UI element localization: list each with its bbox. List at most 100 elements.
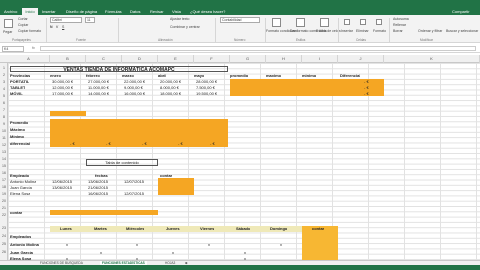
row-header[interactable]: 15 — [0, 164, 8, 169]
header-month[interactable]: mayo — [194, 73, 204, 78]
find-select-button[interactable]: Buscar y seleccionar — [446, 29, 478, 33]
row-header[interactable]: 25 — [0, 242, 8, 247]
week-header[interactable]: Sábado — [236, 226, 250, 231]
stat-label-promedio[interactable]: Promedio — [10, 120, 28, 125]
merge-center-button[interactable]: Combinar y centrar — [170, 25, 200, 29]
table2-cell[interactable]: 13/06/2015 — [88, 179, 108, 184]
name-box[interactable]: K4 — [2, 46, 24, 52]
row-header[interactable]: 1 — [0, 66, 8, 71]
stat-label-maximo[interactable]: Máximo — [10, 127, 25, 132]
share-button[interactable]: Compartir — [452, 8, 470, 15]
row-header[interactable]: 24 — [0, 234, 8, 239]
week-header[interactable]: Viernes — [200, 226, 214, 231]
tab-insertar[interactable]: Insertar — [42, 8, 56, 15]
delete-button[interactable]: Eliminar — [356, 29, 369, 33]
header-month[interactable]: abril — [158, 73, 166, 78]
column-header-b[interactable]: B — [50, 55, 86, 63]
format-painter-button[interactable]: Copiar formato — [18, 29, 41, 33]
table-cell[interactable]: 11.000,00 € — [88, 85, 109, 90]
table-cell[interactable]: 19.500,00 € — [196, 91, 217, 96]
copy-button[interactable]: Copiar — [18, 23, 28, 27]
column-header-i[interactable]: I — [302, 55, 338, 63]
tab-diseno[interactable]: Diseño de página — [66, 8, 97, 15]
table-cell[interactable]: - € — [364, 91, 369, 96]
header-promedio[interactable]: promedio — [230, 73, 248, 78]
font-size-select[interactable]: 11 — [85, 17, 95, 23]
tab-inicio[interactable]: Inicio — [22, 8, 38, 15]
table2-cell[interactable]: 16/06/2015 — [88, 191, 108, 196]
table2-cell[interactable]: 13/06/2015 — [52, 185, 72, 190]
row-header[interactable]: 2 — [0, 73, 8, 78]
row-header[interactable]: 22 — [0, 213, 8, 218]
week-header[interactable]: Jueves — [166, 226, 180, 231]
row-header[interactable]: 20 — [0, 199, 8, 204]
header-minimo[interactable]: minimo — [302, 73, 316, 78]
sheet-title[interactable]: VENTAS TIENDA DE INFORMÁTICA ACOMAPC — [10, 66, 228, 72]
paste-icon[interactable] — [4, 19, 13, 28]
column-header-j[interactable]: J — [338, 55, 384, 63]
table-cell[interactable]: 27.000,00 € — [88, 79, 109, 84]
table2-cell[interactable]: 12/06/2015 — [52, 179, 72, 184]
table2-header[interactable]: fechas — [95, 173, 108, 178]
header-month[interactable]: marzo — [122, 73, 134, 78]
header-maximo[interactable]: maximo — [266, 73, 281, 78]
row-header[interactable]: 17 — [0, 178, 8, 183]
row-header[interactable]: 6 — [0, 101, 8, 106]
week-header[interactable]: Lunes — [60, 226, 72, 231]
row-header[interactable]: 26 — [0, 250, 8, 255]
conditional-format-icon[interactable] — [272, 18, 281, 27]
stat-label-diferencial[interactable]: diferencial — [10, 141, 30, 146]
clear-button[interactable]: Borrar — [393, 29, 403, 33]
table-cell[interactable]: - € — [364, 79, 369, 84]
week-mark[interactable]: x — [280, 242, 282, 247]
row-header[interactable]: 12 — [0, 143, 8, 148]
week-mark[interactable]: x — [244, 250, 246, 255]
row-header[interactable]: 21 — [0, 206, 8, 211]
tab-revisar[interactable]: Revisar — [150, 8, 164, 15]
column-header-f[interactable]: F — [194, 55, 230, 63]
header-month[interactable]: enero — [50, 73, 61, 78]
autosum-button[interactable]: Autosuma — [393, 17, 409, 21]
table-cell[interactable]: 7.500,00 € — [196, 85, 215, 90]
sort-filter-button[interactable]: Ordenar y filtrar — [418, 29, 442, 33]
week-header[interactable]: Martes — [94, 226, 107, 231]
row-header[interactable]: 9 — [0, 122, 8, 127]
week-header[interactable]: Domingo — [270, 226, 287, 231]
paste-label[interactable]: Pegar — [3, 30, 12, 34]
stat-label-minimo[interactable]: Mínimo — [10, 134, 24, 139]
stat-value[interactable]: - € — [70, 141, 75, 146]
table-row-label[interactable]: PORTATIL — [10, 79, 29, 84]
tab-formulas[interactable]: Fórmulas — [105, 8, 122, 15]
table-cell[interactable]: 28.000,00 € — [196, 79, 217, 84]
stat-value[interactable]: - € — [210, 141, 215, 146]
row-header[interactable]: 7 — [0, 108, 8, 113]
row-header[interactable]: 14 — [0, 157, 8, 162]
tab-archivo[interactable]: Archivo — [4, 8, 17, 15]
table2-cell[interactable]: 12/07/2015 — [124, 179, 144, 184]
table2-title[interactable]: Tabla de contenido — [86, 159, 158, 166]
table2-cell[interactable]: 21/06/2015 — [88, 185, 108, 190]
column-header-k[interactable]: K — [384, 55, 480, 63]
table-cell[interactable]: 14.000,00 € — [88, 91, 109, 96]
cell-styles-icon[interactable] — [320, 18, 329, 27]
row-header[interactable]: 16 — [0, 171, 8, 176]
underline-button[interactable]: S — [62, 25, 64, 29]
table-cell[interactable]: - € — [364, 85, 369, 90]
week-row-label[interactable]: Juan García — [10, 250, 33, 255]
tell-me-search[interactable]: ¿Qué desea hacer? — [190, 8, 225, 15]
header-provincias[interactable]: Provincias — [10, 73, 30, 78]
row-header[interactable]: 18 — [0, 185, 8, 190]
insert-button[interactable]: Insertar — [341, 29, 353, 33]
table-cell[interactable]: 18.000,00 € — [160, 91, 181, 96]
table2-header[interactable]: Empleado — [10, 173, 29, 178]
table-cell[interactable]: 22.000,00 € — [124, 79, 145, 84]
column-header-d[interactable]: D — [122, 55, 158, 63]
stat-value[interactable]: - € — [178, 141, 183, 146]
table-cell[interactable]: 12.000,00 € — [52, 85, 73, 90]
table2-row[interactable]: Elena Sosa — [10, 191, 30, 196]
stat-value[interactable]: - € — [142, 141, 147, 146]
week-mark[interactable]: x — [172, 250, 174, 255]
week-row-label[interactable]: Antonio Molina — [10, 242, 39, 247]
table-cell[interactable]: 17.000,00 € — [52, 91, 73, 96]
row-header[interactable]: 11 — [0, 136, 8, 141]
